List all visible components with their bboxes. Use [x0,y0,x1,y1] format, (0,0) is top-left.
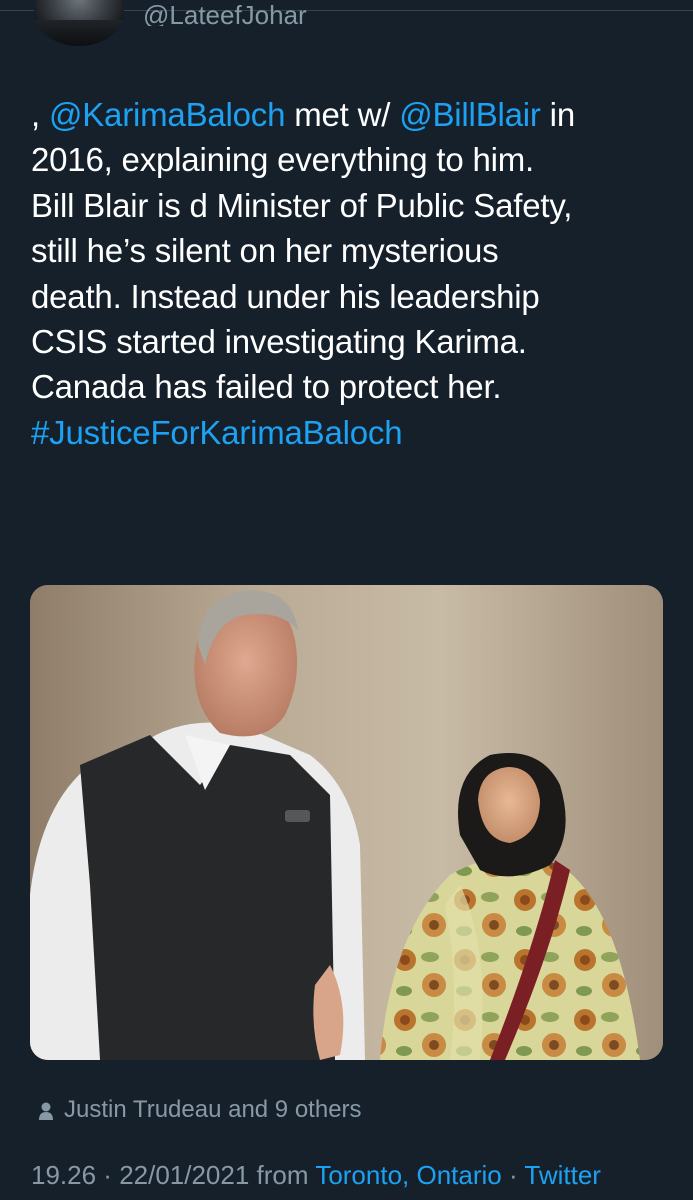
avatar-shading [34,20,124,46]
tweet-line-7: Canada has failed to protect her. [31,368,502,406]
meta-separator-2: · [501,1160,525,1190]
mention-karima-baloch[interactable]: @KarimaBaloch [49,96,286,133]
mention-bill-blair[interactable]: @BillBlair [399,96,541,133]
source-link[interactable]: Twitter [524,1160,601,1190]
tweet-line-1: , @KarimaBaloch met w/ @BillBlair in [31,92,671,137]
tweet-line-1-prefix: , [31,96,49,133]
tweet-line-1-suffix: in [540,96,576,133]
tweet-date: 22/01/2021 [119,1160,250,1190]
tweet-line-2: 2016, explaining everything to him. [31,141,534,179]
from-label: from [249,1160,316,1190]
meta-separator-1: · [96,1160,120,1190]
hashtag-justice-for-karima-baloch[interactable]: #JusticeForKarimaBaloch [31,410,671,455]
liked-by-text: Justin Trudeau and 9 others [64,1096,362,1123]
tweet-photo[interactable] [30,585,663,1060]
tweet-line-1-middle: met w/ [285,96,400,133]
tweet-meta: 19.26 · 22/01/2021 from Toronto, Ontario… [31,1160,601,1191]
author-avatar[interactable] [34,0,124,46]
tweet-line-4: still he’s silent on her mysterious [31,232,499,270]
author-handle[interactable]: @LateefJohar [143,0,307,26]
tweet-line-6: CSIS started investigating Karima. [31,323,527,361]
location-link[interactable]: Toronto, Ontario [315,1160,501,1190]
person-icon [38,1100,54,1120]
liked-by-row[interactable]: Justin Trudeau and 9 others [38,1096,362,1124]
tweet-line-3: Bill Blair is d Minister of Public Safet… [31,186,573,224]
photo-illustration [30,585,663,1060]
tweet-text: , @KarimaBaloch met w/ @BillBlair in 201… [31,92,671,455]
tweet-time: 19.26 [31,1160,97,1190]
tweet-line-5: death. Instead under his leadership [31,277,540,315]
